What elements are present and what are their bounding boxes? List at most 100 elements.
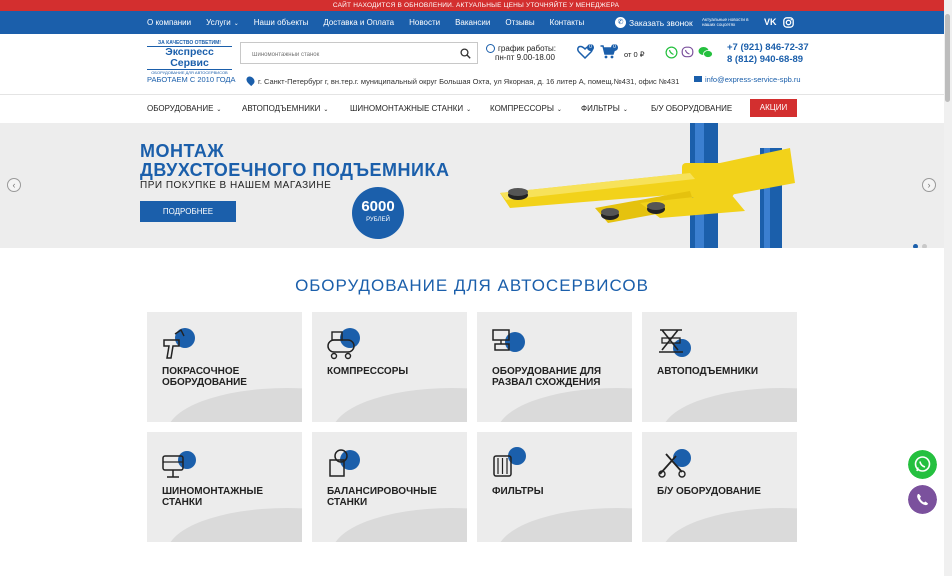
category-card-filters[interactable]: ФИЛЬТРЫ	[477, 432, 632, 542]
top-nav-news[interactable]: Новости	[409, 18, 440, 27]
email-text: info@express-service-spb.ru	[705, 75, 801, 84]
page-scrollbar[interactable]	[944, 0, 952, 576]
cart-count-badge: 0	[611, 44, 618, 51]
top-nav-about[interactable]: О компании	[147, 18, 191, 27]
hero-subtitle: ПРИ ПОКУПКЕ В НАШЕМ МАГАЗИНЕ	[140, 180, 332, 191]
chevron-down-icon: ⌄	[466, 107, 472, 113]
slider-dot-1[interactable]	[913, 244, 918, 248]
working-hours: график работы: пн-пт 9.00-18.00	[486, 44, 556, 62]
phone-number-1[interactable]: +7 (921) 846-72-37	[727, 42, 809, 54]
hero-price-unit: РУБЛЕЙ	[366, 217, 390, 223]
category-card-paint[interactable]: ПОКРАСОЧНОЕ ОБОРУДОВАНИЕ	[147, 312, 302, 422]
callback-button[interactable]: ✆ Заказать звонок	[615, 11, 693, 34]
search-input[interactable]	[241, 45, 441, 65]
viber-float-button[interactable]	[908, 485, 937, 514]
wishlist-count-badge: 0	[587, 44, 594, 51]
used-equipment-icon	[658, 449, 691, 478]
card-decoration	[497, 508, 632, 542]
category-navigation: ОБОРУДОВАНИЕ ⌄ АВТОПОДЪЕМНИКИ ⌄ ШИНОМОНТАЖ…	[147, 95, 807, 122]
whatsapp-icon[interactable]	[665, 46, 678, 59]
card-label: ФИЛЬТРЫ	[492, 486, 544, 497]
card-decoration	[662, 508, 797, 542]
hero-title: МОНТАЖ ДВУХСТОЕЧНОГО ПОДЪЕМНИКА	[140, 142, 449, 180]
cat-nav-used[interactable]: Б/У ОБОРУДОВАНИЕ	[651, 104, 732, 113]
car-lift-image	[500, 123, 795, 248]
cat-nav-equipment-label: ОБОРУДОВАНИЕ	[147, 104, 214, 113]
viber-icon[interactable]	[681, 46, 694, 59]
search-box	[240, 42, 478, 65]
card-label: ШИНОМОНТАЖНЫЕ СТАНКИ	[162, 486, 263, 508]
site-logo[interactable]: ЗА КАЧЕСТВО ОТВЕТИМ! Экспресс Сервис ОБО…	[147, 40, 232, 75]
top-nav-links: О компании Услуги ⌄ Наши объекты Доставка…	[147, 11, 599, 34]
phone-number-2[interactable]: 8 (812) 940-68-89	[727, 54, 809, 66]
cart-total: от 0 ₽	[624, 50, 645, 59]
top-nav-vacancies[interactable]: Вакансии	[455, 18, 490, 27]
card-label: БАЛАНСИРОВОЧНЫЕ СТАНКИ	[327, 486, 437, 508]
category-card-lifts[interactable]: АВТОПОДЪЕМНИКИ	[642, 312, 797, 422]
card-label: Б/У ОБОРУДОВАНИЕ	[657, 486, 761, 497]
top-nav-services-label: Услуги	[206, 18, 231, 27]
card-label: ОБОРУДОВАНИЕ ДЛЯ РАЗВАЛ СХОЖДЕНИЯ	[492, 366, 602, 388]
address: г. Санкт-Петербург г, вн.тер.г. муниципа…	[244, 74, 679, 87]
hero-price-badge: 6000 РУБЛЕЙ	[352, 187, 404, 239]
top-nav-objects[interactable]: Наши объекты	[254, 18, 309, 27]
card-decoration	[497, 388, 632, 422]
slider-prev-button[interactable]: ‹	[7, 178, 21, 192]
instagram-icon[interactable]	[783, 17, 794, 30]
cat-nav-filters[interactable]: ФИЛЬТРЫ ⌄	[581, 104, 628, 113]
category-card-tire-changers[interactable]: ШИНОМОНТАЖНЫЕ СТАНКИ	[147, 432, 302, 542]
category-card-used[interactable]: Б/У ОБОРУДОВАНИЕ	[642, 432, 797, 542]
top-nav-delivery[interactable]: Доставка и Оплата	[323, 18, 394, 27]
hero-price-value: 6000	[361, 198, 395, 215]
cat-nav-filters-label: ФИЛЬТРЫ	[581, 104, 620, 113]
card-decoration	[332, 388, 467, 422]
search-icon[interactable]	[460, 48, 471, 59]
section-title: ОБОРУДОВАНИЕ ДЛЯ АВТОСЕРВИСОВ	[295, 276, 649, 295]
email-link[interactable]: info@express-service-spb.ru	[694, 75, 801, 84]
slider-next-button[interactable]: ›	[922, 178, 936, 192]
chevron-down-icon: ⌄	[556, 107, 562, 113]
category-card-balancers[interactable]: БАЛАНСИРОВОЧНЫЕ СТАНКИ	[312, 432, 467, 542]
chevron-down-icon: ⌄	[323, 107, 329, 113]
cat-nav-compressors[interactable]: КОМПРЕССОРЫ ⌄	[490, 104, 562, 113]
wheel-alignment-icon	[492, 329, 525, 352]
envelope-icon	[694, 76, 702, 82]
site-notice-bar: САЙТ НАХОДИТСЯ В ОБНОВЛЕНИИ. АКТУАЛЬНЫЕ …	[0, 0, 952, 11]
top-navigation: О компании Услуги ⌄ Наши объекты Доставка…	[0, 11, 944, 34]
phone-icon: ✆	[615, 17, 626, 28]
wechat-icon[interactable]	[698, 46, 713, 59]
top-nav-services[interactable]: Услуги ⌄	[206, 18, 239, 27]
chevron-down-icon: ⌄	[216, 107, 222, 113]
card-label: ПОКРАСОЧНОЕ ОБОРУДОВАНИЕ	[162, 366, 247, 388]
card-decoration	[167, 388, 302, 422]
tire-changer-icon	[162, 451, 196, 478]
working-hours-label: график работы:	[498, 44, 556, 53]
cat-nav-lifts[interactable]: АВТОПОДЪЕМНИКИ ⌄	[242, 104, 328, 113]
vk-icon[interactable]: VK	[764, 16, 777, 29]
cat-nav-tire-changers[interactable]: ШИНОМОНТАЖНЫЕ СТАНКИ ⌄	[350, 104, 471, 113]
whatsapp-float-button[interactable]	[908, 450, 937, 479]
top-nav-reviews[interactable]: Отзывы	[505, 18, 534, 27]
car-lift-icon	[659, 329, 691, 357]
hero-more-button[interactable]: ПОДРОБНЕЕ	[140, 201, 236, 222]
top-nav-contacts[interactable]: Контакты	[550, 18, 585, 27]
cat-nav-equipment[interactable]: ОБОРУДОВАНИЕ ⌄	[147, 104, 221, 113]
promo-button[interactable]: АКЦИИ	[750, 99, 797, 117]
slider-dot-2[interactable]	[922, 244, 927, 248]
map-pin-icon	[244, 74, 257, 87]
scrollbar-thumb[interactable]	[945, 14, 950, 102]
balancer-icon	[329, 449, 360, 477]
page: САЙТ НАХОДИТСЯ В ОБНОВЛЕНИИ. АКТУАЛЬНЫЕ …	[0, 0, 952, 576]
since-badge: РАБОТАЕМ С 2010 ГОДА	[147, 75, 236, 84]
category-card-alignment[interactable]: ОБОРУДОВАНИЕ ДЛЯ РАЗВАЛ СХОЖДЕНИЯ	[477, 312, 632, 422]
spray-gun-icon	[163, 328, 195, 359]
cat-nav-tire-changers-label: ШИНОМОНТАЖНЫЕ СТАНКИ	[350, 104, 464, 113]
hero-title-line-1: МОНТАЖ	[140, 141, 225, 161]
chevron-down-icon: ⌄	[233, 21, 239, 27]
social-news-note: Актуальные новости в наших соцсетях	[702, 17, 749, 27]
card-decoration	[332, 508, 467, 542]
category-card-compressors[interactable]: КОМПРЕССОРЫ	[312, 312, 467, 422]
slider-dots	[913, 236, 931, 248]
phone-numbers: +7 (921) 846-72-37 8 (812) 940-68-89	[727, 42, 809, 66]
card-decoration	[662, 388, 797, 422]
